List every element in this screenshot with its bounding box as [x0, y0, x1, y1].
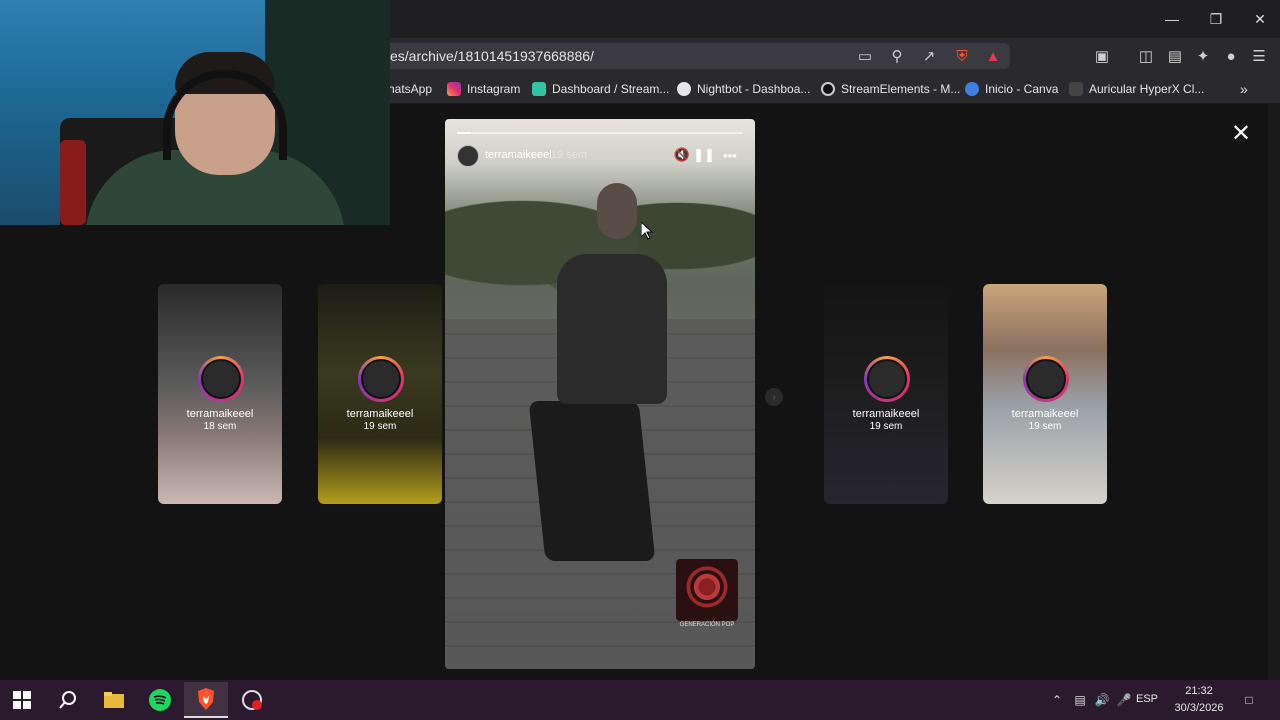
microphone-icon[interactable]: 🎤 — [1115, 690, 1133, 710]
zoom-icon[interactable]: ⚲ — [885, 44, 909, 68]
preview-time: 18 sem — [203, 421, 237, 432]
music-sticker[interactable] — [676, 559, 738, 621]
brave-rewards-icon[interactable]: ▲ — [981, 44, 1005, 68]
cast-icon[interactable]: ▭ — [853, 44, 877, 68]
scrollbar[interactable] — [1268, 104, 1280, 680]
bookmarks-overflow-icon[interactable]: » — [1240, 80, 1248, 98]
preview-time: 19 sem — [363, 421, 397, 432]
instagram-icon — [447, 82, 461, 96]
brave-browser-icon[interactable] — [184, 682, 228, 718]
story-time: 19 sem — [551, 149, 588, 161]
preview-username: terramaikeeel — [186, 408, 254, 420]
preview-username: terramaikeeel — [346, 408, 414, 420]
recording-app-icon[interactable] — [230, 682, 274, 718]
pause-icon[interactable]: ❚❚ — [693, 146, 715, 164]
bookmark-label: Inicio - Canva — [985, 82, 1059, 96]
search-icon[interactable] — [46, 682, 90, 718]
file-explorer-icon[interactable] — [92, 682, 136, 718]
bookmark-nightbot[interactable]: Nightbot - Dashboa... — [677, 80, 810, 98]
sidebar-icon[interactable]: ◫ — [1134, 44, 1158, 68]
avatar[interactable] — [457, 145, 479, 167]
notifications-icon[interactable]: □ — [1240, 690, 1258, 710]
story-progress-fill — [457, 132, 471, 134]
story-photo-person — [557, 254, 667, 404]
network-icon[interactable]: ▤ — [1071, 690, 1089, 710]
windows-start-icon[interactable] — [0, 682, 44, 718]
bookmark-label: Auricular HyperX Cl... — [1089, 82, 1205, 96]
nightbot-icon — [677, 82, 691, 96]
spotify-icon[interactable] — [138, 682, 182, 718]
menu-icon[interactable]: ☰ — [1247, 44, 1271, 68]
close-window-button[interactable]: ✕ — [1238, 0, 1280, 38]
story-preview-card[interactable]: terramaikeeel 18 sem — [158, 284, 282, 504]
streamelements-icon — [821, 82, 835, 96]
bookmark-label: Dashboard / Stream... — [552, 82, 670, 96]
leo-ai-icon[interactable]: ✦ — [1191, 44, 1215, 68]
story-progress-bar — [457, 132, 743, 134]
bookmark-label: StreamElements - M... — [841, 82, 961, 96]
bookmark-canva[interactable]: Inicio - Canva — [965, 80, 1058, 98]
brave-shield-icon[interactable]: ⛨ — [950, 44, 974, 68]
main-story[interactable]: terramaikeeel 19 sem 🔇 ❚❚ ••• GENERACIÓN… — [445, 119, 755, 669]
preview-username: terramaikeeel — [1011, 408, 1079, 420]
preview-time: 19 sem — [1028, 421, 1062, 432]
bookmark-label: Nightbot - Dashboa... — [697, 82, 811, 96]
preview-time: 19 sem — [869, 421, 903, 432]
webcam-overlay — [0, 0, 390, 225]
bookmark-hyperx[interactable]: Auricular HyperX Cl... — [1069, 80, 1204, 98]
streamlabs-icon — [532, 82, 546, 96]
vpn-icon[interactable]: ● — [1219, 44, 1243, 68]
bookmark-streamelements[interactable]: StreamElements - M... — [821, 80, 960, 98]
mouse-cursor-icon — [641, 222, 653, 240]
preview-username: terramaikeeel — [852, 408, 920, 420]
canva-icon — [965, 82, 979, 96]
url-text[interactable]: es/archive/18101451937668886/ — [390, 48, 594, 64]
clock-time[interactable]: 21:32 — [1170, 685, 1228, 697]
bookmark-whatsapp[interactable]: hatsApp — [388, 80, 432, 98]
hyperx-icon — [1069, 82, 1083, 96]
tray-overflow-icon[interactable]: ⌃ — [1048, 690, 1066, 710]
minimize-button[interactable]: — — [1150, 0, 1194, 38]
gaming-chair — [60, 140, 86, 225]
volume-icon[interactable]: 🔊 — [1093, 690, 1111, 710]
bookmark-streamlabs[interactable]: Dashboard / Stream... — [532, 80, 669, 98]
bookmark-label: Instagram — [467, 82, 521, 96]
clock-date[interactable]: 30/3/2026 — [1170, 702, 1228, 714]
close-icon[interactable]: ✕ — [1228, 120, 1254, 147]
bookmark-label: hatsApp — [388, 82, 433, 96]
avatar — [198, 356, 244, 402]
story-username[interactable]: terramaikeeel — [485, 149, 552, 161]
music-sticker-label: GENERACIÓN POP — [679, 622, 735, 628]
language-indicator[interactable]: ESP — [1136, 693, 1158, 705]
more-options-icon[interactable]: ••• — [721, 146, 739, 164]
story-photo-person — [528, 401, 656, 561]
share-icon[interactable]: ↗ — [917, 44, 941, 68]
avatar — [1023, 356, 1069, 402]
bookmark-instagram[interactable]: Instagram — [447, 80, 520, 98]
reading-list-icon[interactable]: ▣ — [1090, 44, 1114, 68]
wallet-icon[interactable]: ▤ — [1163, 44, 1187, 68]
story-preview-card[interactable]: terramaikeeel 19 sem — [983, 284, 1107, 504]
next-story-icon[interactable]: › — [765, 388, 783, 406]
story-preview-card[interactable]: terramaikeeel 19 sem — [318, 284, 442, 504]
restore-button[interactable]: ❐ — [1194, 0, 1238, 38]
story-preview-card[interactable]: terramaikeeel 19 sem — [824, 284, 948, 504]
avatar — [864, 356, 910, 402]
story-photo-person — [597, 183, 637, 239]
avatar — [358, 356, 404, 402]
mute-icon[interactable]: 🔇 — [673, 146, 691, 164]
